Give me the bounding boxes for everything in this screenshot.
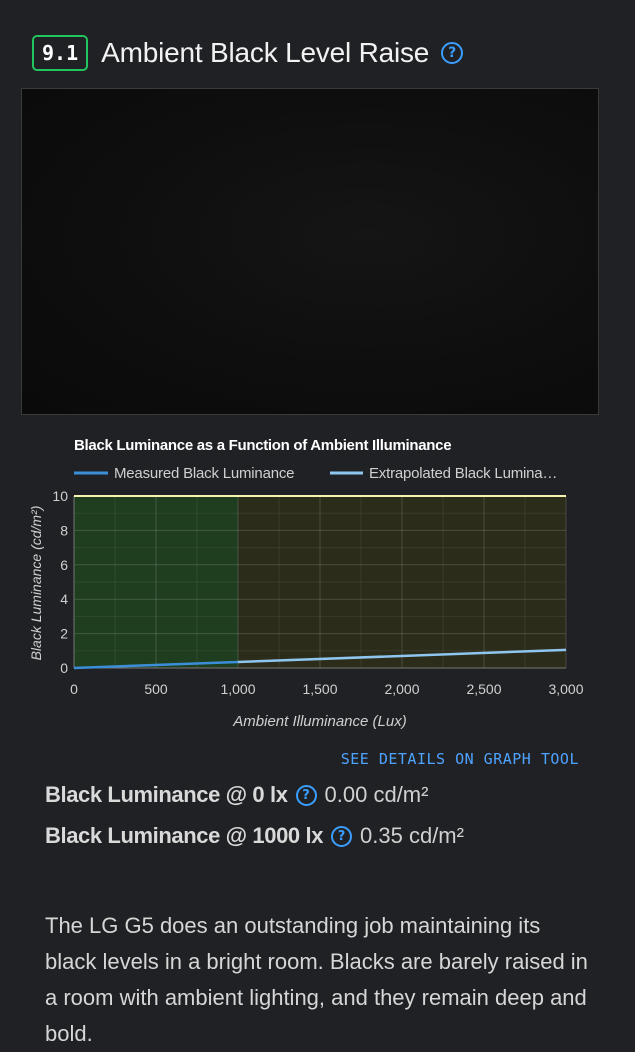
x-tick-label: 1,500 bbox=[302, 681, 337, 697]
y-tick-label: 8 bbox=[60, 522, 68, 538]
help-icon[interactable]: ? bbox=[295, 784, 317, 806]
x-tick-label: 500 bbox=[144, 681, 168, 697]
section-title: Ambient Black Level Raise bbox=[101, 37, 430, 68]
see-details-link[interactable]: SEE DETAILS ON GRAPH TOOL bbox=[341, 750, 579, 768]
y-axis-label: Black Luminance (cd/m²) bbox=[28, 506, 44, 661]
chart-title: Black Luminance as a Function of Ambient… bbox=[74, 437, 451, 454]
section-number-badge: 9.1 bbox=[32, 35, 89, 71]
x-tick-label: 2,000 bbox=[384, 681, 419, 697]
x-tick-label: 0 bbox=[70, 681, 78, 697]
y-tick-label: 4 bbox=[60, 591, 68, 607]
y-tick-label: 6 bbox=[60, 557, 68, 573]
help-icon[interactable]: ? bbox=[441, 42, 464, 64]
x-axis-ticks: 0 500 1,000 1,500 2,000 2,500 3,000 bbox=[70, 681, 584, 697]
black-luminance-chart: Black Luminance as a Function of Ambient… bbox=[28, 437, 584, 730]
legend-label-extrapolated[interactable]: Extrapolated Black Lumina… bbox=[369, 465, 557, 482]
y-tick-label: 0 bbox=[60, 660, 68, 676]
y-tick-label: 2 bbox=[60, 626, 68, 642]
y-tick-label: 10 bbox=[52, 488, 68, 504]
metric-label: Black Luminance @ 1000 lx bbox=[45, 823, 324, 848]
metric-row: Black Luminance @ 1000 lx ? 0.35 cd/m² bbox=[45, 823, 464, 849]
x-tick-label: 1,000 bbox=[220, 681, 255, 697]
metric-value: 0.35 cd/m² bbox=[360, 823, 464, 848]
y-axis-ticks: 0 2 4 6 8 10 bbox=[52, 488, 68, 676]
legend-label-measured[interactable]: Measured Black Luminance bbox=[114, 465, 295, 482]
description-text: The LG G5 does an outstanding job mainta… bbox=[45, 913, 588, 1046]
metric-label: Black Luminance @ 0 lx bbox=[45, 782, 288, 807]
x-tick-label: 2,500 bbox=[466, 681, 501, 697]
section-header: 9.1 Ambient Black Level Raise ? bbox=[32, 34, 464, 72]
test-photo[interactable] bbox=[21, 88, 599, 415]
help-icon[interactable]: ? bbox=[331, 825, 353, 847]
chart-legend: Measured Black Luminance Extrapolated Bl… bbox=[74, 465, 557, 482]
metric-row: Black Luminance @ 0 lx ? 0.00 cd/m² bbox=[45, 782, 428, 808]
x-axis-label: Ambient Illuminance (Lux) bbox=[232, 713, 406, 730]
metric-value: 0.00 cd/m² bbox=[324, 782, 429, 807]
x-tick-label: 3,000 bbox=[548, 681, 583, 697]
